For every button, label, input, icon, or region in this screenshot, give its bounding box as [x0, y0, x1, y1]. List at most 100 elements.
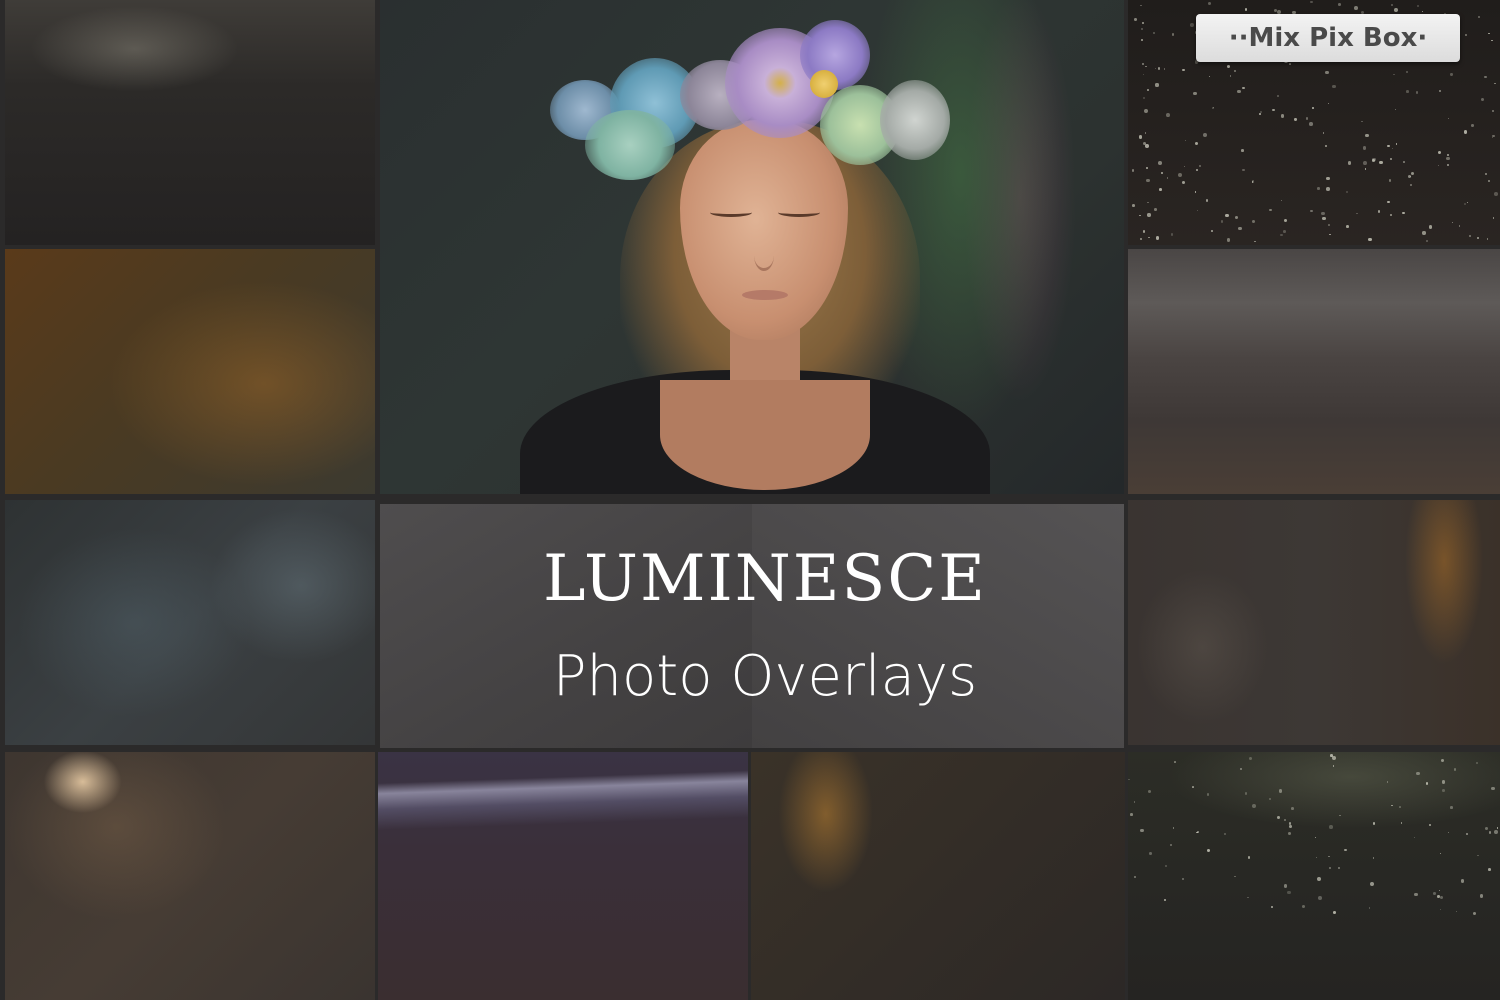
overlay-tile-blue-gray-haze [5, 500, 375, 745]
sparkle-dot [1447, 117, 1450, 120]
sparkle-dot [1142, 62, 1145, 65]
sparkle-dot [1278, 789, 1283, 793]
sparkle-dot [1439, 889, 1441, 892]
sparkle-dot [1287, 890, 1291, 895]
sparkle-dot [1466, 201, 1469, 204]
sparkle-dot [1322, 132, 1325, 135]
sparkle-dot [1184, 166, 1186, 168]
sparkle-dot [1207, 1, 1212, 6]
sparkle-dot [1206, 848, 1210, 852]
sparkle-dot [1372, 822, 1375, 825]
sparkle-dot [1141, 39, 1143, 41]
sparkle-dot [1386, 781, 1389, 783]
sparkle-dot [1211, 229, 1214, 233]
sparkle-dot [1277, 95, 1279, 98]
sparkle-dot [1321, 211, 1326, 216]
sparkle-dot [1247, 855, 1251, 859]
sparkle-dot [1491, 39, 1493, 42]
sparkle-dot [1290, 806, 1294, 810]
sparkle-dot [1224, 833, 1227, 836]
sparkle-dot [1361, 120, 1363, 123]
sparkle-dot [1314, 836, 1316, 838]
sparkle-dot [1147, 789, 1151, 793]
overlay-tile-dark-top-blur [5, 0, 375, 245]
sparkle-dot [1328, 866, 1331, 869]
sparkle-dot [1238, 227, 1242, 231]
brand-badge: ··Mix Pix Box· [1196, 14, 1460, 62]
sparkle-dot [1387, 144, 1390, 148]
sparkle-dot [1327, 102, 1330, 104]
sparkle-dot [1280, 199, 1282, 201]
sparkle-dot [1268, 797, 1272, 800]
sparkle-dot [1333, 910, 1336, 914]
sparkle-dot [1391, 4, 1394, 7]
portrait-nose [754, 240, 774, 271]
sparkle-dot [1346, 224, 1350, 228]
sparkle-dot [1405, 71, 1408, 74]
sparkle-dot [1143, 97, 1146, 100]
sparkle-dot [1242, 169, 1245, 172]
sparkle-dot [1244, 8, 1248, 11]
sparkle-dot [1159, 187, 1162, 191]
sparkle-dot [1317, 877, 1322, 881]
sparkle-dot [1144, 132, 1147, 134]
sparkle-dot [1439, 896, 1443, 900]
sparkle-dot [1328, 855, 1330, 858]
sparkle-dot [1484, 173, 1487, 176]
portrait-neckline [660, 380, 870, 490]
sparkle-dot [1440, 759, 1444, 763]
sparkle-dot [1410, 184, 1413, 187]
sparkle-dot [1287, 831, 1291, 836]
sparkle-dot [1471, 123, 1475, 127]
sparkle-dot [1311, 107, 1314, 109]
sparkle-dot [1464, 34, 1467, 37]
sparkle-dot [1170, 843, 1173, 846]
sparkle-dot [1393, 73, 1396, 76]
sparkle-dot [1439, 852, 1441, 854]
sparkle-dot [1496, 827, 1499, 830]
sparkle-dot [1440, 908, 1442, 910]
sparkle-dot [1422, 10, 1424, 13]
sparkle-dot [1141, 27, 1144, 30]
sparkle-dot [1209, 75, 1211, 77]
sparkle-dot [1172, 827, 1174, 829]
sparkle-dot [1153, 31, 1156, 34]
sparkle-dot [1400, 822, 1403, 824]
portrait-mouth [742, 290, 788, 300]
sparkle-dot [1416, 4, 1419, 7]
sparkle-dot [1225, 213, 1229, 218]
sparkle-dot [1211, 107, 1214, 110]
sparkle-dot [1182, 69, 1185, 72]
sparkle-dot [1403, 161, 1406, 163]
sparkle-dot [1453, 768, 1456, 771]
sparkle-dot [1142, 230, 1145, 233]
sparkle-dot [1464, 203, 1467, 206]
sparkle-dot [1410, 171, 1415, 175]
sparkle-dot [1322, 216, 1326, 221]
sparkle-dot [1154, 208, 1157, 211]
sparkle-dot [1309, 122, 1313, 126]
sparkle-dot [1326, 176, 1330, 181]
sparkle-dot [1371, 157, 1376, 162]
sparkle-dot [1272, 109, 1275, 112]
sparkle-dot [1301, 905, 1305, 909]
sparkle-dot [1259, 110, 1263, 114]
sparkle-dot [1244, 792, 1248, 795]
sparkle-dot [1139, 214, 1141, 217]
sparkle-dot [1345, 190, 1348, 194]
sparkle-dot [1399, 806, 1401, 808]
overlay-tile-orange-flare-edge [1128, 500, 1500, 745]
sparkle-dot [1372, 857, 1375, 859]
sparkle-dot [1206, 793, 1210, 796]
sparkle-dot [1182, 878, 1185, 881]
sparkle-dot [1235, 215, 1239, 219]
sparkle-dot [1455, 911, 1458, 913]
sparkle-dot [1171, 33, 1175, 36]
overlay-tile-amber-glow [5, 249, 375, 494]
sparkle-dot [1388, 179, 1391, 182]
sparkle-dot [1415, 91, 1419, 94]
product-subtitle: Photo Overlays [552, 644, 978, 709]
sparkle-dot [1362, 161, 1367, 165]
sparkle-dot [1196, 210, 1198, 212]
sparkle-dot [1422, 231, 1426, 235]
